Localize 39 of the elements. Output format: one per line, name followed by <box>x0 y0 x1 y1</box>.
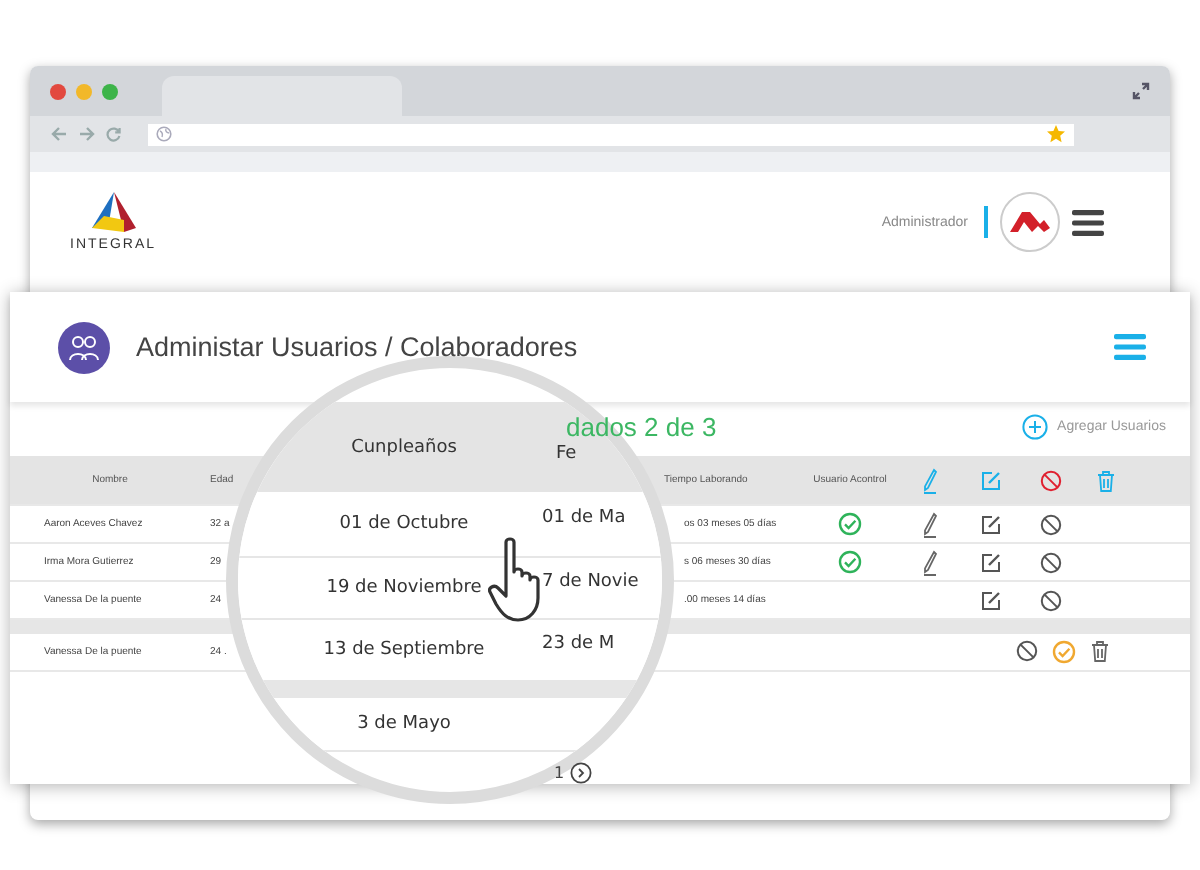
avatar[interactable] <box>1000 192 1060 252</box>
block-icon[interactable] <box>1039 469 1061 491</box>
approve-icon <box>1052 640 1076 664</box>
block-icon[interactable] <box>1039 589 1061 611</box>
birthday-cell-text: 01 de Octubre <box>337 514 471 534</box>
menu-icon[interactable] <box>1072 209 1104 235</box>
column-header: Cunpleaños <box>349 437 459 457</box>
pen-icon[interactable] <box>922 511 938 537</box>
page-title: Administar Usuarios / Colaboradores <box>136 332 578 362</box>
plus-circle-icon <box>1021 413 1048 439</box>
address-field[interactable] <box>148 123 1074 145</box>
edit-icon[interactable] <box>979 551 1001 573</box>
page-number[interactable]: 1 <box>554 764 565 782</box>
date-cell-text: 23 de M <box>542 634 617 654</box>
check-circle-icon <box>838 512 862 536</box>
star-icon[interactable] <box>1046 124 1066 144</box>
next-page-icon[interactable] <box>570 762 593 784</box>
brand-mark-icon <box>1010 210 1050 234</box>
summary-text: dados 2 de 3 <box>566 413 717 439</box>
birthday-cell-text: 3 de Mayo <box>355 714 453 734</box>
birthday-cell-text: 13 de Septiembre <box>321 640 487 660</box>
date-cell-text: 01 de Ma <box>542 508 628 528</box>
trash-icon[interactable] <box>1090 640 1110 662</box>
users-icon <box>58 321 110 373</box>
block-icon[interactable] <box>1039 513 1061 535</box>
column-header: Fe <box>554 444 579 464</box>
maximize-dot[interactable] <box>102 83 118 99</box>
edit-icon[interactable] <box>979 513 1001 535</box>
birthday-cell-text: 19 de Noviembre <box>324 578 484 598</box>
pen-icon[interactable] <box>922 549 938 575</box>
edit-icon[interactable] <box>979 589 1001 611</box>
block-icon[interactable] <box>1016 640 1038 662</box>
close-dot[interactable] <box>50 83 66 99</box>
minimize-dot[interactable] <box>76 83 92 99</box>
expand-icon[interactable] <box>1132 82 1150 100</box>
globe-icon <box>156 126 172 142</box>
check-circle-icon <box>838 550 862 574</box>
date-cell-text: 7 de Novie <box>542 572 641 592</box>
block-icon[interactable] <box>1039 551 1061 573</box>
